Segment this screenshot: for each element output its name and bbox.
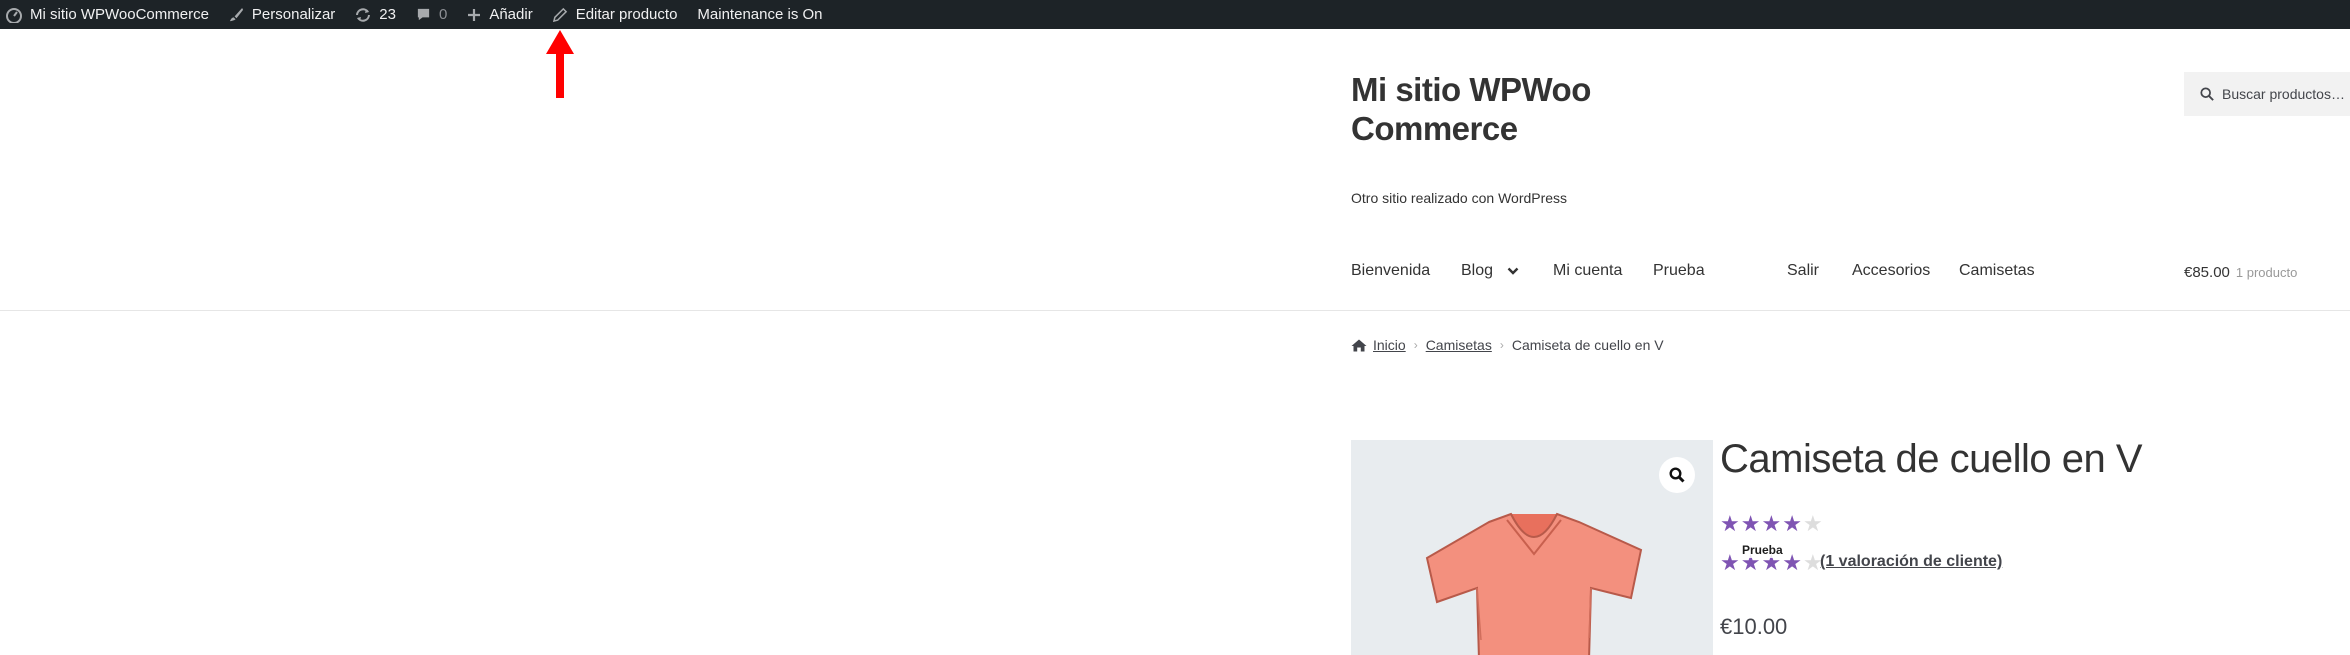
product-title: Camiseta de cuello en V <box>1720 437 2143 481</box>
cart-total: €85.00 <box>2184 264 2230 281</box>
dashboard-icon <box>6 7 22 23</box>
customize-label: Personalizar <box>251 6 336 23</box>
search-icon <box>2200 87 2214 101</box>
breadcrumb-separator: › <box>1499 338 1504 352</box>
breadcrumb-home-link[interactable]: Inicio <box>1373 337 1406 353</box>
admin-bar-maintenance[interactable]: Maintenance is On <box>687 0 832 29</box>
admin-bar-add-new[interactable]: Añadir <box>457 0 542 29</box>
customer-reviews-link[interactable]: (1 valoración de cliente) <box>1820 553 2002 571</box>
nav-item-bienvenida[interactable]: Bienvenida <box>1351 262 1430 280</box>
nav-item-label: Accesorios <box>1852 262 1931 279</box>
nav-item-prueba[interactable]: Prueba <box>1653 262 1705 280</box>
admin-bar-edit-product[interactable]: Editar producto <box>543 0 688 29</box>
product-search-field[interactable]: Buscar productos… <box>2184 72 2350 116</box>
magnifier-icon <box>1669 467 1685 483</box>
star-icon[interactable]: ★ <box>1720 513 1740 535</box>
admin-bar-customize[interactable]: Personalizar <box>219 0 345 29</box>
site-name-label: Mi sitio WPWooCommerce <box>30 6 209 23</box>
search-placeholder: Buscar productos… <box>2222 86 2345 102</box>
nav-item-label: Mi cuenta <box>1553 262 1623 279</box>
updates-icon <box>356 7 371 22</box>
breadcrumb: Inicio › Camisetas › Camiseta de cuello … <box>1351 337 1664 353</box>
nav-item-salir[interactable]: Salir <box>1787 262 1819 280</box>
breadcrumb-separator: › <box>1413 338 1418 352</box>
star-icon: ★ <box>1720 550 1740 575</box>
star-icon[interactable]: ★ <box>1782 513 1802 535</box>
nav-item-blog[interactable]: Blog <box>1461 262 1519 280</box>
star-icon: ★ <box>1782 550 1802 575</box>
nav-item-camisetas[interactable]: Camisetas <box>1959 262 2035 280</box>
comment-icon <box>417 8 430 21</box>
admin-bar-site-name[interactable]: Mi sitio WPWooCommerce <box>0 0 219 29</box>
nav-item-mi-cuenta[interactable]: Mi cuenta <box>1553 262 1622 280</box>
brush-icon <box>229 7 243 22</box>
nav-item-label: Prueba <box>1653 262 1705 279</box>
nav-item-label: Bienvenida <box>1351 262 1431 279</box>
maintenance-label: Maintenance is On <box>697 6 823 23</box>
site-title[interactable]: Mi sitio WPWooCommerce <box>1351 70 1601 148</box>
cart-count: 1 producto <box>2235 265 2298 280</box>
admin-bar-comments[interactable]: 0 <box>406 0 457 29</box>
star-icon[interactable]: ★ <box>1741 513 1761 535</box>
admin-bar-updates[interactable]: 23 <box>345 0 406 29</box>
breadcrumb-category-link[interactable]: Camisetas <box>1426 337 1492 353</box>
comments-count: 0 <box>438 6 448 23</box>
star-rating-input[interactable]: ★ ★ ★ ★ ★ <box>1720 513 1824 535</box>
header-divider <box>0 310 2350 311</box>
edit-product-label: Editar producto <box>575 6 678 23</box>
add-new-label: Añadir <box>489 6 533 23</box>
star-icon[interactable]: ★ <box>1803 513 1823 535</box>
nav-item-label: Salir <box>1787 262 1820 279</box>
admin-bar: Mi sitio WPWooCommerce Personalizar 23 0… <box>0 0 2350 29</box>
breadcrumb-current: Camiseta de cuello en V <box>1511 337 1664 353</box>
site-tagline: Otro sitio realizado con WordPress <box>1351 190 1568 206</box>
product-price: €10.00 <box>1720 614 1788 639</box>
annotation-arrow-icon <box>546 30 574 98</box>
product-gallery[interactable] <box>1351 440 1713 655</box>
nav-item-label: Camisetas <box>1959 262 2035 279</box>
home-icon <box>1351 339 1367 351</box>
header-cart[interactable]: €85.00 1 producto <box>2184 264 2297 281</box>
star-icon[interactable]: ★ <box>1761 513 1781 535</box>
updates-count: 23 <box>379 6 396 23</box>
nav-item-label: Blog <box>1461 262 1494 279</box>
rating-tooltip: Prueba <box>1740 542 1785 558</box>
chevron-down-icon <box>1507 267 1519 275</box>
pencil-icon <box>552 7 567 22</box>
gallery-zoom-button[interactable] <box>1659 457 1695 493</box>
nav-item-accesorios[interactable]: Accesorios <box>1852 262 1930 280</box>
product-image-tshirt <box>1425 512 1643 655</box>
plus-icon <box>468 8 481 21</box>
